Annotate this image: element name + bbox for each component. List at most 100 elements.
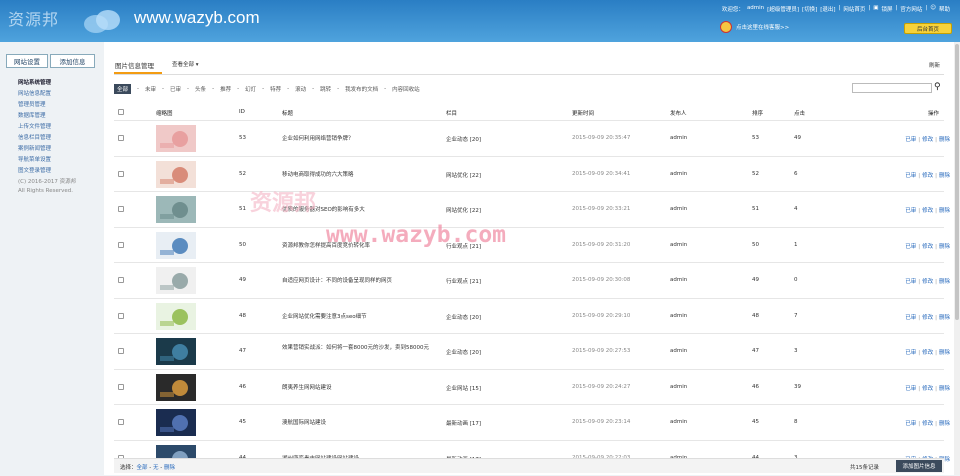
lock-link[interactable]: 锁屏 (882, 5, 893, 13)
sidebar-item-news[interactable]: 案例新闻管理 (18, 144, 76, 155)
view-select[interactable]: 查看全部 ▾ (172, 60, 199, 68)
delete-link[interactable]: 删除 (939, 208, 950, 214)
filter-headline[interactable]: 头条 (195, 85, 206, 93)
row-thumbnail[interactable] (156, 267, 196, 294)
row-title[interactable]: 效果营销实战派：如何将一套8000元的沙发，卖到58000元 (282, 344, 440, 352)
filter-unreviewed[interactable]: 未审 (145, 85, 156, 93)
row-checkbox[interactable] (118, 135, 124, 141)
sidebar-item-config[interactable]: 网站信息配置 (18, 89, 76, 100)
sidebar-item-columns[interactable]: 信息栏目管理 (18, 133, 76, 144)
row-checkbox[interactable] (118, 206, 124, 212)
row-column[interactable]: 网站优化 [22] (446, 206, 481, 214)
delete-link[interactable]: 删除 (939, 315, 950, 321)
delete-selected-link[interactable]: 删除 (164, 465, 175, 471)
edit-link[interactable]: 修改 (922, 173, 933, 179)
scrollbar-thumb[interactable] (955, 44, 959, 320)
row-column[interactable]: 企业动态 [20] (446, 135, 481, 143)
row-checkbox[interactable] (118, 170, 124, 177)
reviewed-link[interactable]: 已审 (905, 137, 916, 143)
reviewed-link[interactable]: 已审 (905, 244, 916, 250)
sidebar-item-images[interactable]: 图文登录管理 (18, 166, 76, 177)
row-title[interactable]: 企业如何利用网络营销争牌？ (282, 135, 440, 143)
reviewed-link[interactable]: 已审 (905, 350, 916, 356)
edit-link[interactable]: 修改 (922, 421, 933, 427)
filter-recycle[interactable]: 内容回收站 (392, 85, 420, 93)
filter-reviewed[interactable]: 已审 (170, 85, 181, 93)
home-link[interactable]: 网站首页 (843, 5, 865, 13)
select-all-link[interactable]: 全部 (137, 465, 148, 471)
edit-link[interactable]: 修改 (922, 386, 933, 392)
edit-link[interactable]: 修改 (922, 315, 933, 321)
row-thumbnail[interactable] (156, 231, 196, 259)
official-link[interactable]: 官方网站 (900, 5, 922, 13)
row-title[interactable]: 朗夷养生网网站建设 (282, 384, 440, 392)
row-column[interactable]: 最新动画 [17] (446, 419, 481, 427)
select-none-link[interactable]: 无 (153, 465, 159, 471)
filter-slide[interactable]: 幻灯 (245, 85, 256, 93)
row-thumbnail[interactable] (156, 409, 196, 436)
row-checkbox[interactable] (118, 348, 124, 354)
row-column[interactable]: 企业动态 [20] (446, 313, 481, 321)
add-image-button[interactable]: 添加图片信息 (896, 460, 942, 472)
reviewed-link[interactable]: 已审 (905, 208, 916, 214)
row-thumbnail[interactable] (156, 373, 196, 401)
reviewed-link[interactable]: 已审 (905, 279, 916, 285)
filter-all[interactable]: 全部 (114, 84, 132, 94)
edit-link[interactable]: 修改 (922, 350, 933, 356)
reviewed-link[interactable]: 已审 (905, 421, 916, 427)
qq-text[interactable]: 点击这里在线客服>> (736, 23, 789, 31)
delete-link[interactable]: 删除 (939, 173, 950, 179)
delete-link[interactable]: 删除 (939, 386, 950, 392)
sidebar-item-database[interactable]: 数据库管理 (18, 111, 76, 122)
filter-recommend[interactable]: 推荐 (220, 85, 231, 93)
row-column[interactable]: 企业动态 [20] (446, 348, 481, 356)
filter-special[interactable]: 特荐 (270, 85, 281, 93)
sidebar-item-admins[interactable]: 管理员管理 (18, 100, 76, 111)
delete-link[interactable]: 删除 (939, 279, 950, 285)
row-thumbnail[interactable] (156, 125, 196, 152)
sidebar-item-nav[interactable]: 导航菜单设置 (18, 155, 76, 166)
row-column[interactable]: 行业观点 [21] (446, 277, 481, 285)
logout-link[interactable]: [退出] (820, 5, 835, 13)
delete-link[interactable]: 删除 (939, 244, 950, 250)
qq-service[interactable]: 点击这里在线客服>> (720, 21, 789, 33)
delete-link[interactable]: 删除 (939, 137, 950, 143)
add-info-button[interactable]: 添加信息 (50, 54, 95, 68)
row-checkbox[interactable] (118, 312, 124, 319)
row-thumbnail[interactable] (156, 338, 196, 365)
delete-link[interactable]: 删除 (939, 421, 950, 427)
search-icon[interactable]: ⚲ (934, 82, 941, 92)
refresh-link[interactable]: 刷新 (929, 61, 940, 69)
row-checkbox[interactable] (118, 277, 124, 283)
row-thumbnail[interactable] (156, 302, 196, 330)
row-title[interactable]: 自适应网页设计：不同的设备呈现同样的网页 (282, 277, 440, 285)
row-column[interactable]: 企业网站 [15] (446, 384, 481, 392)
row-title[interactable]: 企业网站优化需要注意3点seo细节 (282, 313, 440, 321)
edit-link[interactable]: 修改 (922, 137, 933, 143)
filter-jump[interactable]: 跳转 (320, 85, 331, 93)
reviewed-link[interactable]: 已审 (905, 173, 916, 179)
row-thumbnail[interactable] (156, 196, 196, 223)
row-title[interactable]: 澳航国际网站建设 (282, 419, 440, 427)
row-checkbox[interactable] (118, 419, 124, 425)
filter-mine[interactable]: 我发布的文档 (345, 85, 378, 93)
row-column[interactable]: 网站优化 [22] (446, 171, 481, 179)
row-thumbnail[interactable] (156, 160, 196, 188)
edit-link[interactable]: 修改 (922, 279, 933, 285)
row-title[interactable]: 移动电商取得成功的六大策略 (282, 171, 440, 179)
edit-link[interactable]: 修改 (922, 208, 933, 214)
sidebar-item-uploads[interactable]: 上传文件管理 (18, 122, 76, 133)
row-checkbox[interactable] (118, 383, 124, 390)
select-all-checkbox[interactable] (118, 109, 124, 115)
search-input[interactable] (852, 83, 932, 93)
help-link[interactable]: 帮助 (939, 5, 950, 13)
sidebar-item-system[interactable]: 网站系统管理 (18, 78, 76, 89)
site-settings-button[interactable]: 网站设置 (6, 54, 48, 68)
reviewed-link[interactable]: 已审 (905, 315, 916, 321)
switch-link[interactable]: [切换] (802, 5, 817, 13)
reviewed-link[interactable]: 已审 (905, 386, 916, 392)
row-checkbox[interactable] (118, 241, 124, 248)
edit-link[interactable]: 修改 (922, 244, 933, 250)
filter-scroll[interactable]: 滚动 (295, 85, 306, 93)
admin-home-button[interactable]: 后台首页 (904, 23, 952, 34)
